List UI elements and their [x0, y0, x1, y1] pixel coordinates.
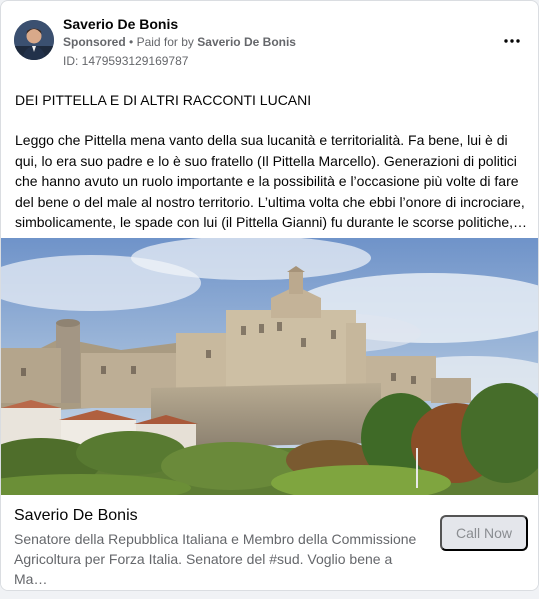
ad-card: Saverio De Bonis Sponsored • Paid for by… — [0, 0, 539, 591]
footer-title[interactable]: Saverio De Bonis — [14, 507, 138, 525]
author-name[interactable]: Saverio De Bonis — [63, 16, 178, 32]
paragraph-line: Leggo che Pittella mena vanto della sua … — [15, 132, 508, 148]
more-horizontal-icon — [504, 39, 520, 43]
post-paragraph: Leggo che Pittella mena vanto della sua … — [15, 130, 529, 233]
footer-desc-line: Senatore della Repubblica Italiana e Mem… — [14, 531, 417, 547]
ad-id: ID: 1479593129169787 — [63, 54, 189, 68]
separator: • — [129, 35, 134, 49]
post-headline: DEI PITTELLA E DI ALTRI RACCONTI LUCANI — [15, 92, 312, 108]
ad-footer: Saverio De Bonis Senatore della Repubbli… — [1, 495, 538, 590]
paragraph-line: che hanno avuto un ruolo importante e la… — [15, 173, 519, 189]
ad-image[interactable] — [1, 238, 538, 495]
paid-for-name[interactable]: Saverio De Bonis — [197, 35, 296, 49]
footer-description: Senatore della Repubblica Italiana e Mem… — [14, 529, 429, 589]
call-now-button[interactable]: Call Now — [440, 515, 528, 551]
paid-for-prefix: Paid for by — [136, 35, 194, 49]
footer-desc-line: Agricoltura per Forza Italia. Senatore d… — [14, 551, 393, 587]
sponsored-line: Sponsored • Paid for by Saverio De Bonis — [63, 35, 296, 49]
sponsored-label: Sponsored — [63, 35, 126, 49]
paragraph-line: qui, lo era suo padre e lo è suo fratell… — [15, 152, 517, 169]
paragraph-line: del bene o del male al nostro territorio… — [15, 193, 525, 210]
avatar[interactable] — [14, 20, 54, 60]
paragraph-line: simbolicamente, le spade con lui (il Pit… — [15, 214, 528, 230]
more-options-button[interactable] — [500, 29, 524, 53]
post-header: Saverio De Bonis Sponsored • Paid for by… — [1, 1, 538, 79]
